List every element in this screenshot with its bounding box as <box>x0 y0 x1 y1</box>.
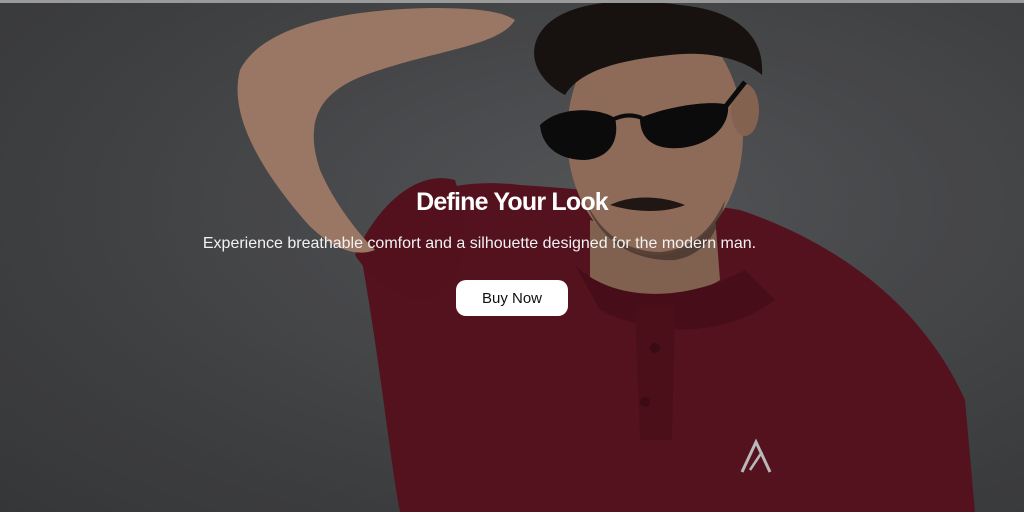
top-divider <box>0 0 1024 3</box>
hero-headline: Define Your Look <box>416 188 609 216</box>
hero-banner: Define Your Look Experience breathable c… <box>0 0 1024 512</box>
hero-content: Define Your Look Experience breathable c… <box>0 0 1024 512</box>
hero-subheadline: Experience breathable comfort and a silh… <box>202 235 757 252</box>
buy-now-button[interactable]: Buy Now <box>456 280 568 316</box>
